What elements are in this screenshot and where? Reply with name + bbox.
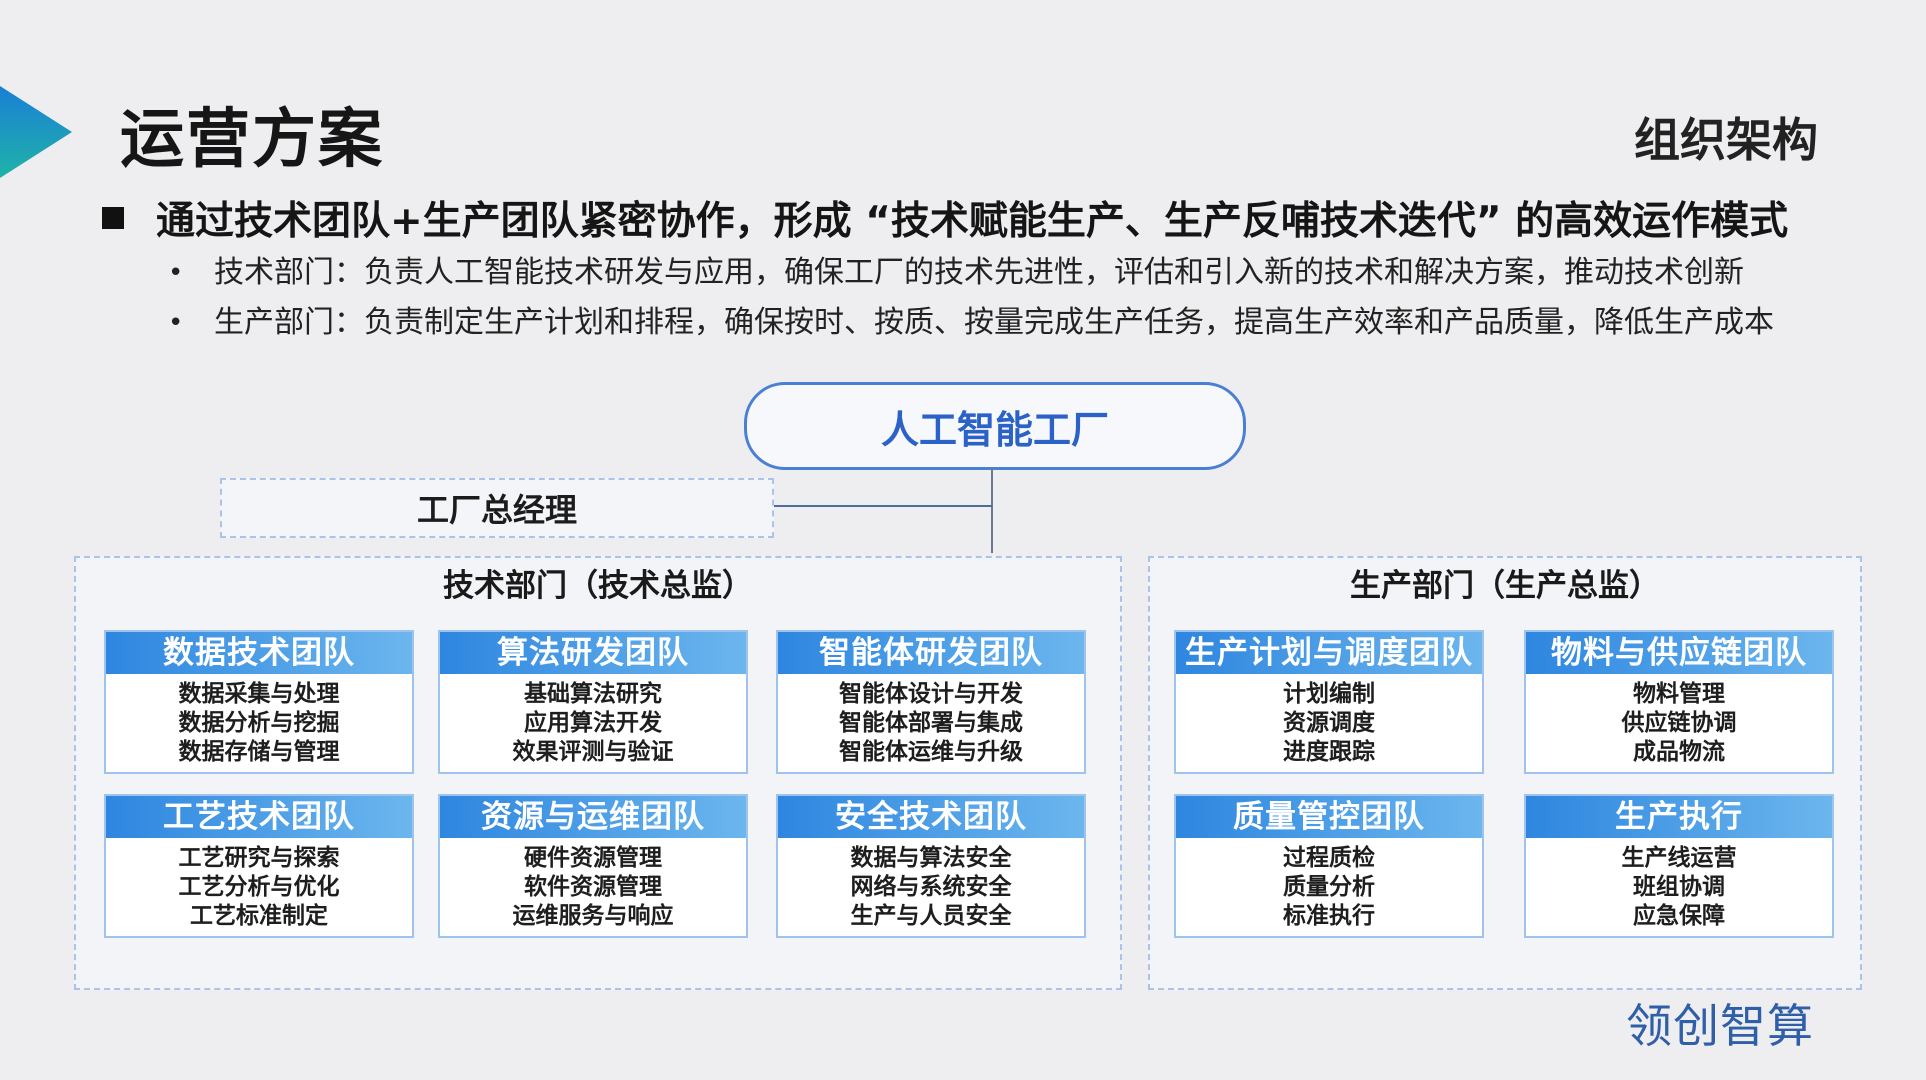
team-item: 计划编制 <box>1283 681 1375 707</box>
team-item: 效果评测与验证 <box>512 739 674 765</box>
team-item: 数据采集与处理 <box>178 681 340 707</box>
team-card-security: 安全技术团队 数据与算法安全 网络与系统安全 生产与人员安全 <box>776 794 1086 938</box>
connector-vertical <box>991 467 993 553</box>
team-item: 运维服务与响应 <box>512 903 674 929</box>
page-title: 运营方案 <box>120 103 384 177</box>
tech-department-title: 技术部门（技术总监） <box>443 568 753 604</box>
bullet-dot-icon: • <box>168 308 184 338</box>
team-item: 生产与人员安全 <box>850 903 1012 929</box>
team-items: 过程质检 质量分析 标准执行 <box>1176 838 1482 931</box>
team-items: 基础算法研究 应用算法开发 效果评测与验证 <box>440 674 746 767</box>
team-item: 数据与算法安全 <box>850 845 1012 871</box>
team-name: 生产计划与调度团队 <box>1176 632 1482 674</box>
headline: 通过技术团队+生产团队紧密协作，形成 “技术赋能生产、生产反哺技术迭代” 的高效… <box>102 190 1862 246</box>
team-card-agent: 智能体研发团队 智能体设计与开发 智能体部署与集成 智能体运维与升级 <box>776 630 1086 774</box>
team-item: 应急保障 <box>1633 903 1725 929</box>
connector-horizontal <box>770 505 992 507</box>
team-name: 智能体研发团队 <box>778 632 1084 674</box>
team-items: 生产线运营 班组协调 应急保障 <box>1526 838 1832 931</box>
team-item: 标准执行 <box>1283 903 1375 929</box>
team-items: 硬件资源管理 软件资源管理 运维服务与响应 <box>440 838 746 931</box>
team-item: 资源调度 <box>1283 710 1375 736</box>
team-item: 质量分析 <box>1283 874 1375 900</box>
team-items: 智能体设计与开发 智能体部署与集成 智能体运维与升级 <box>778 674 1084 767</box>
team-item: 物料管理 <box>1633 681 1725 707</box>
team-item: 智能体部署与集成 <box>839 710 1023 736</box>
bullet-item: • 技术部门：负责人工智能技术研发与应用，确保工厂的技术先进性，评估和引入新的技… <box>168 248 1858 298</box>
team-item: 智能体设计与开发 <box>839 681 1023 707</box>
team-name: 质量管控团队 <box>1176 796 1482 838</box>
team-name: 安全技术团队 <box>778 796 1084 838</box>
team-item: 网络与系统安全 <box>850 874 1012 900</box>
team-name: 数据技术团队 <box>106 632 412 674</box>
tech-department: 技术部门（技术总监） 数据技术团队 数据采集与处理 数据分析与挖掘 数据存储与管… <box>74 556 1122 990</box>
team-item: 进度跟踪 <box>1283 739 1375 765</box>
team-items: 物料管理 供应链协调 成品物流 <box>1526 674 1832 767</box>
team-name: 资源与运维团队 <box>440 796 746 838</box>
team-item: 基础算法研究 <box>524 681 662 707</box>
team-card-quality: 质量管控团队 过程质检 质量分析 标准执行 <box>1174 794 1484 938</box>
bullet-item: • 生产部门：负责制定生产计划和排程，确保按时、按质、按量完成生产任务，提高生产… <box>168 298 1858 348</box>
team-name: 生产执行 <box>1526 796 1832 838</box>
general-manager-node: 工厂总经理 <box>220 478 774 538</box>
team-item: 供应链协调 <box>1621 710 1737 736</box>
slide: 运营方案 组织架构 通过技术团队+生产团队紧密协作，形成 “技术赋能生产、生产反… <box>0 0 1926 1080</box>
team-card-production-exec: 生产执行 生产线运营 班组协调 应急保障 <box>1524 794 1834 938</box>
team-items: 工艺研究与探索 工艺分析与优化 工艺标准制定 <box>106 838 412 931</box>
headline-text: 通过技术团队+生产团队紧密协作，形成 “技术赋能生产、生产反哺技术迭代” 的高效… <box>156 199 1789 244</box>
bullet-text: 技术部门：负责人工智能技术研发与应用，确保工厂的技术先进性，评估和引入新的技术和… <box>214 255 1744 290</box>
prod-department: 生产部门（生产总监） 生产计划与调度团队 计划编制 资源调度 进度跟踪 物料与供… <box>1148 556 1862 990</box>
team-item: 硬件资源管理 <box>524 845 662 871</box>
team-card-data-tech: 数据技术团队 数据采集与处理 数据分析与挖掘 数据存储与管理 <box>104 630 414 774</box>
square-bullet-icon <box>102 207 124 229</box>
team-item: 工艺研究与探索 <box>178 845 340 871</box>
bullet-list: • 技术部门：负责人工智能技术研发与应用，确保工厂的技术先进性，评估和引入新的技… <box>168 248 1858 348</box>
team-item: 工艺分析与优化 <box>178 874 340 900</box>
title-accent-triangle <box>0 86 72 178</box>
team-item: 成品物流 <box>1633 739 1725 765</box>
team-item: 智能体运维与升级 <box>839 739 1023 765</box>
team-item: 生产线运营 <box>1621 845 1737 871</box>
team-items: 数据与算法安全 网络与系统安全 生产与人员安全 <box>778 838 1084 931</box>
team-item: 数据存储与管理 <box>178 739 340 765</box>
bullet-text: 生产部门：负责制定生产计划和排程，确保按时、按质、按量完成生产任务，提高生产效率… <box>214 305 1774 340</box>
team-name: 物料与供应链团队 <box>1526 632 1832 674</box>
team-card-algorithm: 算法研发团队 基础算法研究 应用算法开发 效果评测与验证 <box>438 630 748 774</box>
team-card-process: 工艺技术团队 工艺研究与探索 工艺分析与优化 工艺标准制定 <box>104 794 414 938</box>
team-item: 软件资源管理 <box>524 874 662 900</box>
bullet-dot-icon: • <box>168 258 184 288</box>
prod-department-title: 生产部门（生产总监） <box>1350 568 1660 604</box>
team-items: 数据采集与处理 数据分析与挖掘 数据存储与管理 <box>106 674 412 767</box>
org-root-node: 人工智能工厂 <box>744 382 1246 470</box>
team-item: 班组协调 <box>1633 874 1725 900</box>
team-card-resource-ops: 资源与运维团队 硬件资源管理 软件资源管理 运维服务与响应 <box>438 794 748 938</box>
team-name: 算法研发团队 <box>440 632 746 674</box>
team-item: 数据分析与挖掘 <box>178 710 340 736</box>
team-items: 计划编制 资源调度 进度跟踪 <box>1176 674 1482 767</box>
section-label: 组织架构 <box>1634 113 1818 167</box>
team-item: 过程质检 <box>1283 845 1375 871</box>
team-item: 工艺标准制定 <box>190 903 328 929</box>
team-name: 工艺技术团队 <box>106 796 412 838</box>
team-card-planning: 生产计划与调度团队 计划编制 资源调度 进度跟踪 <box>1174 630 1484 774</box>
team-item: 应用算法开发 <box>524 710 662 736</box>
brand-logo-text: 领创智算 <box>1626 999 1814 1053</box>
team-card-supply-chain: 物料与供应链团队 物料管理 供应链协调 成品物流 <box>1524 630 1834 774</box>
